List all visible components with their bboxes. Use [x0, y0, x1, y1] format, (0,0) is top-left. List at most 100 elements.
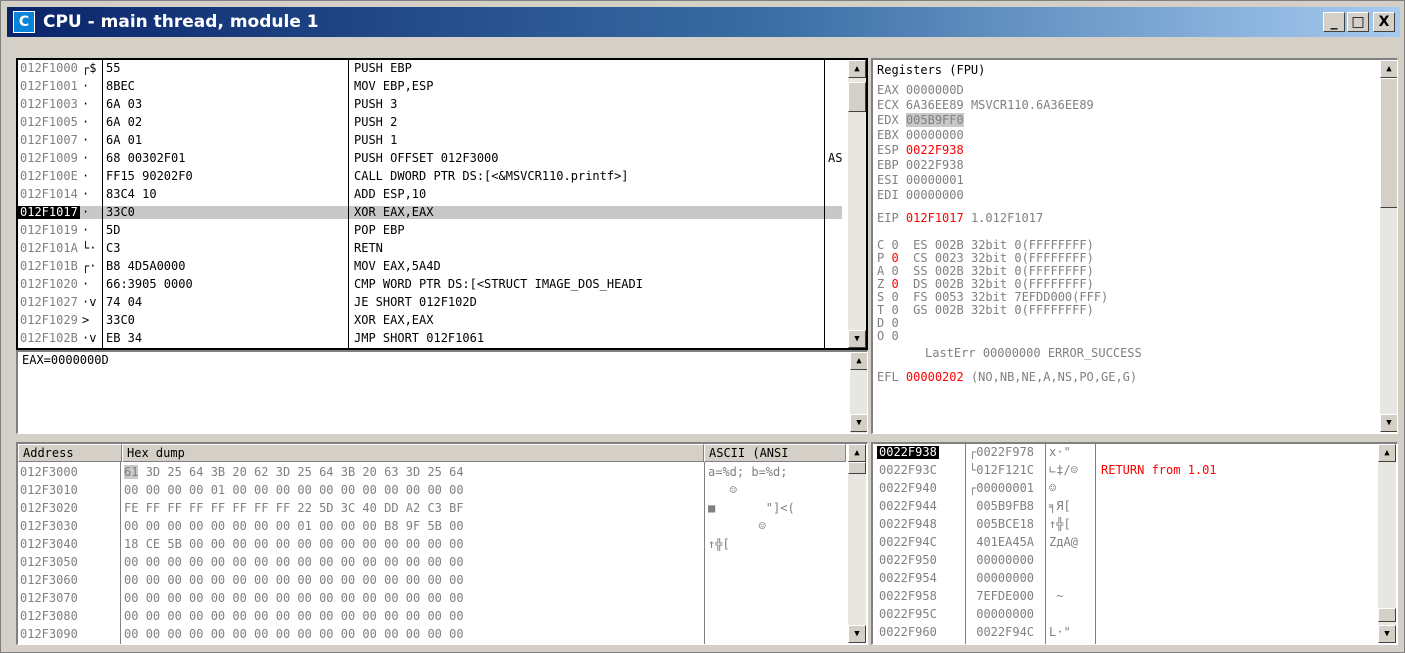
scroll-down-arrow-icon[interactable]: ▼: [848, 330, 866, 348]
efl-value[interactable]: 00000202: [906, 370, 964, 384]
disasm-row[interactable]: 012F1009 · 68 00302F01 PUSH OFFSET 012F3000…: [18, 152, 842, 165]
dump-row[interactable]: 012F3020 FE FF FF FF FF FF FF FF 22 5D 3C…: [18, 502, 842, 515]
stack-row[interactable]: 0022F954 00000000: [873, 572, 1373, 585]
scroll-up-arrow-icon[interactable]: ▲: [848, 60, 866, 78]
register-edi[interactable]: EDI 00000000: [877, 189, 971, 202]
scroll-down-arrow-icon[interactable]: ▼: [848, 625, 866, 643]
register-esp[interactable]: ESP 0022F938: [877, 144, 971, 157]
disasm-row[interactable]: 012F1007 · 6A 01 PUSH 1: [18, 134, 842, 147]
scroll-up-arrow-icon[interactable]: ▲: [1378, 444, 1396, 462]
disasm-row[interactable]: 012F101A └· C3 RETN: [18, 242, 842, 255]
column-header-hex-dump[interactable]: Hex dump: [122, 444, 704, 462]
title-bar[interactable]: C CPU - main thread, module 1 _ □ X: [7, 7, 1400, 37]
stack-row[interactable]: 0022F94C 401EA45A ZдA@: [873, 536, 1373, 549]
registers-scrollbar[interactable]: ▲ ▼: [1380, 60, 1397, 432]
efl-row[interactable]: EFL 00000202 (NO,NB,NE,A,NS,PO,GE,G): [877, 371, 1137, 384]
disasm-row[interactable]: 012F1029 >33C0 XOR EAX,EAX: [18, 314, 842, 327]
disasm-scrollbar[interactable]: ▲ ▼: [848, 60, 866, 348]
dump-row[interactable]: 012F3040 18 CE 5B 00 00 00 00 00 00 00 00…: [18, 538, 842, 551]
scroll-thumb[interactable]: [848, 82, 866, 112]
scroll-up-arrow-icon[interactable]: ▲: [848, 444, 866, 462]
flag-value[interactable]: 0: [891, 264, 898, 278]
dump-row[interactable]: 012F3090 00 00 00 00 00 00 00 00 00 00 00…: [18, 628, 842, 641]
scroll-down-arrow-icon[interactable]: ▼: [1378, 625, 1396, 643]
disasm-row[interactable]: 012F102B ·v EB 34 JMP SHORT 012F1061: [18, 332, 842, 345]
stack-pane[interactable]: 0022F938 ┌0022F978 x·" 0022F93C └012F121C ∟‡/…: [871, 442, 1398, 645]
stack-row[interactable]: 0022F940 ┌00000001 ☺: [873, 482, 1373, 495]
disasm-row[interactable]: 012F1005 · 6A 02 PUSH 2: [18, 116, 842, 129]
minimize-button[interactable]: _: [1323, 12, 1345, 32]
flag-value[interactable]: 0: [891, 303, 898, 317]
flag-value[interactable]: 0: [891, 251, 898, 265]
disasm-row[interactable]: 012F1003 · 6A 03 PUSH 3: [18, 98, 842, 111]
register-ebp[interactable]: EBP 0022F938: [877, 159, 971, 172]
info-scrollbar[interactable]: ▲ ▼: [850, 352, 867, 433]
register-edx[interactable]: EDX 005B9FF0: [877, 113, 971, 127]
scroll-thumb[interactable]: [1380, 78, 1397, 208]
dump-row[interactable]: 012F3010 00 00 00 00 01 00 00 00 00 00 00…: [18, 484, 842, 497]
register-value[interactable]: 0000000D: [906, 83, 964, 97]
flag-name: O: [877, 329, 885, 343]
register-value[interactable]: 00000000: [906, 128, 964, 142]
scroll-down-arrow-icon[interactable]: ▼: [850, 414, 867, 432]
column-header-ascii[interactable]: ASCII (ANSI: [704, 444, 846, 462]
stack-row[interactable]: 0022F93C └012F121C ∟‡/☺ RETURN from 1.01: [873, 464, 1373, 477]
disasm-row[interactable]: 012F1020 · 66:3905 0000 CMP WORD PTR DS:[<S…: [18, 278, 842, 291]
registers-pane[interactable]: Registers (FPU) EAX 0000000D ECX 6A36EE8…: [871, 58, 1398, 434]
stack-scrollbar[interactable]: ▲ ▼: [1378, 444, 1396, 643]
stack-row[interactable]: 0022F950 00000000: [873, 554, 1373, 567]
dump-scrollbar[interactable]: ▲ ▼: [848, 444, 866, 643]
stack-row[interactable]: 0022F948 005BCE18 ↑╬[: [873, 518, 1373, 531]
register-value[interactable]: 0022F938: [906, 158, 964, 172]
stack-row[interactable]: 0022F944 005B9FB8 ╕Я[: [873, 500, 1373, 513]
stack-row[interactable]: 0022F938 ┌0022F978 x·": [873, 446, 1373, 459]
register-value[interactable]: 00000001: [906, 173, 964, 187]
dump-row[interactable]: 012F3000 61 3D 25 64 3B 20 62 3D 25 64 3B…: [18, 465, 842, 479]
register-esi[interactable]: ESI 00000001: [877, 174, 971, 187]
dump-row[interactable]: 012F3050 00 00 00 00 00 00 00 00 00 00 00…: [18, 556, 842, 569]
disasm-row[interactable]: 012F1001 · 8BEC MOV EBP,ESP: [18, 80, 842, 93]
register-value[interactable]: 0022F938: [906, 143, 964, 157]
register-value[interactable]: 012F1017: [906, 211, 964, 225]
column-header-address[interactable]: Address: [18, 444, 122, 462]
disasm-row[interactable]: 012F1017 · 33C0 XOR EAX,EAX: [18, 206, 842, 219]
flag-value[interactable]: 0: [891, 238, 898, 252]
scroll-up-arrow-icon[interactable]: ▲: [850, 352, 867, 370]
lasterr-row[interactable]: LastErr 00000000 ERROR_SUCCESS: [925, 347, 1142, 360]
flag-value[interactable]: 0: [891, 329, 898, 343]
hex-dump-pane[interactable]: Address Hex dump ASCII (ANSI 012F3000 61 …: [16, 442, 868, 645]
register-eax[interactable]: EAX 0000000D: [877, 84, 971, 97]
scroll-down-arrow-icon[interactable]: ▼: [1380, 414, 1397, 432]
scroll-up-arrow-icon[interactable]: ▲: [1380, 60, 1397, 78]
register-value[interactable]: 6A36EE89: [906, 98, 964, 112]
dump-row[interactable]: 012F3030 00 00 00 00 00 00 00 00 01 00 00…: [18, 520, 842, 533]
registers-header[interactable]: Registers (FPU): [877, 64, 985, 77]
scroll-thumb[interactable]: [848, 462, 866, 474]
disasm-row[interactable]: 012F1019 · 5D POP EBP: [18, 224, 842, 237]
register-value[interactable]: 00000000: [906, 188, 964, 202]
close-button[interactable]: X: [1373, 12, 1395, 32]
stack-row[interactable]: 0022F958 7EFDE000 ~: [873, 590, 1373, 603]
dump-first-byte[interactable]: 61: [124, 465, 139, 479]
disasm-row[interactable]: 012F101B ┌· B8 4D5A0000 MOV EAX,5A4D: [18, 260, 842, 273]
register-ebx[interactable]: EBX 00000000: [877, 129, 971, 142]
scroll-thumb[interactable]: [1378, 608, 1396, 622]
stack-row[interactable]: 0022F960 0022F94C L·": [873, 626, 1373, 639]
dump-row[interactable]: 012F3080 00 00 00 00 00 00 00 00 00 00 00…: [18, 610, 842, 623]
flag-value[interactable]: 0: [891, 277, 898, 291]
register-value[interactable]: 005B9FF0: [905, 113, 964, 127]
stack-row[interactable]: 0022F95C 00000000: [873, 608, 1373, 621]
disasm-row[interactable]: 012F1000 ┌$ 55 PUSH EBP: [18, 62, 842, 75]
flag-row[interactable]: O 0: [877, 330, 935, 343]
flag-value[interactable]: 0: [891, 290, 898, 304]
disasm-row[interactable]: 012F1027 ·v 74 04 JE SHORT 012F102D: [18, 296, 842, 309]
disassembly-pane[interactable]: 012F1000 ┌$ 55 PUSH EBP 012F1001 · 8BEC MOV EBP…: [16, 58, 868, 350]
maximize-button[interactable]: □: [1347, 12, 1369, 32]
register-eip[interactable]: EIP 012F1017 1.012F1017: [877, 212, 1043, 225]
register-ecx[interactable]: ECX 6A36EE89 MSVCR110.6A36EE89: [877, 99, 1094, 112]
disasm-row[interactable]: 012F100E · FF15 90202F0 CALL DWORD PTR DS:[…: [18, 170, 842, 183]
dump-row[interactable]: 012F3070 00 00 00 00 00 00 00 00 00 00 00…: [18, 592, 842, 605]
flag-value[interactable]: 0: [891, 316, 898, 330]
disasm-row[interactable]: 012F1014 · 83C4 10 ADD ESP,10: [18, 188, 842, 201]
dump-row[interactable]: 012F3060 00 00 00 00 00 00 00 00 00 00 00…: [18, 574, 842, 587]
